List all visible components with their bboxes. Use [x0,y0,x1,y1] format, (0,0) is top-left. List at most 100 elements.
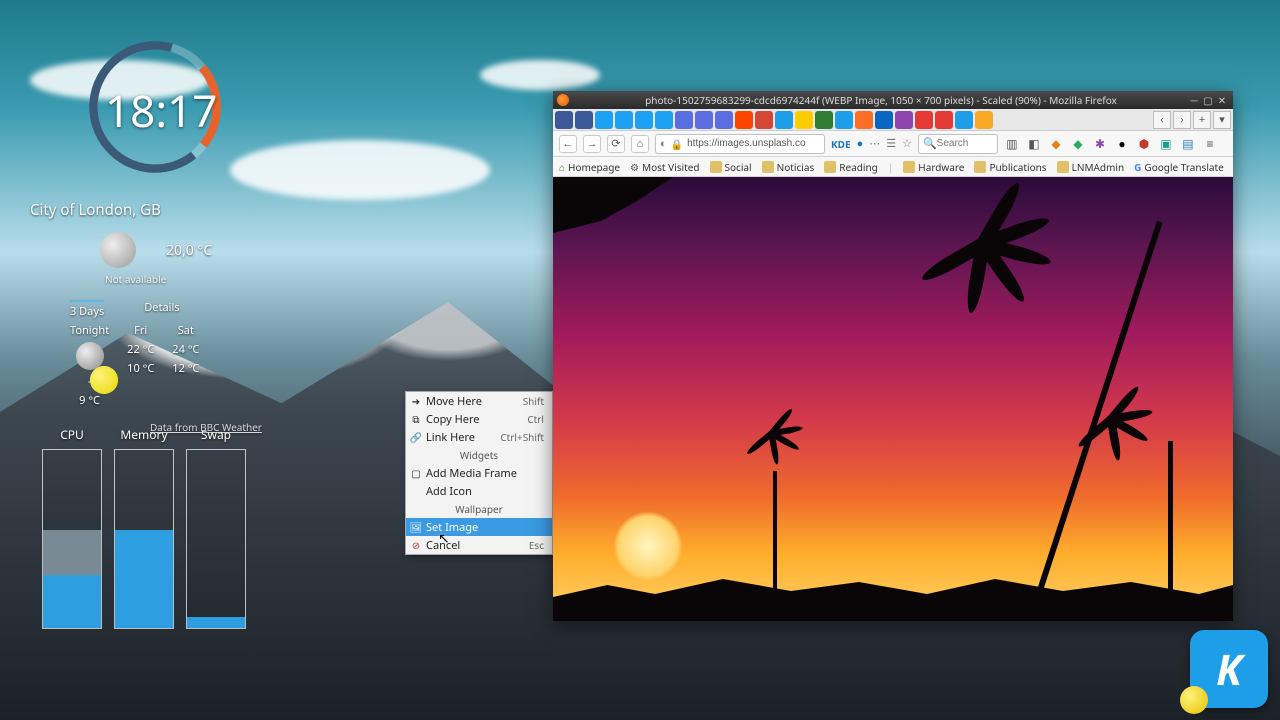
pinned-tab-4[interactable] [635,111,653,129]
bookmark-lnmadmin[interactable]: LNMAdmin [1057,160,1125,174]
pinned-tab-19[interactable] [935,111,953,129]
weather-day-fri: Fri 22 °C 10 °C [127,323,154,408]
pinned-tab-20[interactable] [955,111,973,129]
window-title: photo-1502759683299-cdcd6974244f (WEBP I… [575,93,1187,107]
shield-icon: ◐ [660,136,667,151]
ext-icon-5[interactable]: ⬢ [1136,136,1152,152]
pinned-tab-10[interactable] [755,111,773,129]
sun-icon [90,366,118,394]
pinned-tab-17[interactable] [895,111,913,129]
kde-integration-badge[interactable]: KDE [831,137,851,151]
pinned-tab-0[interactable] [555,111,573,129]
weather-tab-details[interactable]: Details [144,300,179,319]
firefox-icon [557,94,569,106]
link-icon: 🔗 [410,431,422,443]
tab-scroll-left[interactable]: ‹ [1153,111,1171,129]
pinned-tab-2[interactable] [595,111,613,129]
more-actions-icon[interactable]: ⋯ [869,136,880,151]
bookmark-google-translate[interactable]: GGoogle Translate [1134,160,1224,174]
hamburger-menu[interactable]: ≡ [1202,136,1218,152]
folder-icon [710,161,722,173]
window-close[interactable]: ✕ [1215,93,1229,107]
search-input[interactable] [937,138,993,149]
url-input[interactable] [687,138,820,149]
pinned-tab-1[interactable] [575,111,593,129]
window-minimize[interactable]: ─ [1187,93,1201,107]
firefox-window: photo-1502759683299-cdcd6974244f (WEBP I… [553,91,1233,621]
tip-bulb-icon [1180,686,1208,714]
search-bar[interactable]: 🔍 [918,134,998,154]
menu-link-here[interactable]: 🔗Link HereCtrl+Shift [406,428,552,446]
weather-day-sat: Sat 24 °C 12 °C [172,323,199,408]
ext-icon-3[interactable]: ✱ [1092,136,1108,152]
copy-icon: ⧉ [410,413,422,425]
pinned-tab-16[interactable] [875,111,893,129]
menu-set-image[interactable]: 🖼Set Image [406,518,552,536]
bookmark-reading[interactable]: Reading [824,160,878,174]
sysmon-swap: Swap [186,426,246,629]
bookmark-noticias[interactable]: Noticias [762,160,815,174]
window-maximize[interactable]: ▢ [1201,93,1215,107]
pinned-tab-8[interactable] [715,111,733,129]
pinned-tab-14[interactable] [835,111,853,129]
folder-icon [1057,161,1069,173]
pinned-tab-3[interactable] [615,111,633,129]
pinned-tab-11[interactable] [775,111,793,129]
bookmarks-toolbar: ⌂Homepage ⚙Most Visited Social Noticias Read… [553,157,1233,177]
folder-icon [824,161,836,173]
ext-icon-7[interactable]: ▤ [1180,136,1196,152]
reader-icon[interactable]: ☰ [886,136,896,151]
menu-copy-here[interactable]: ⧉Copy HereCtrl [406,410,552,428]
translate-icon: G [1134,160,1141,174]
pinned-tab-6[interactable] [675,111,693,129]
image-icon: 🖼 [410,521,422,533]
folder-icon [903,161,915,173]
ext-icon-4[interactable]: ● [1114,136,1130,152]
pinned-tab-13[interactable] [815,111,833,129]
ext-icon-1[interactable]: ◆ [1048,136,1064,152]
url-bar[interactable]: ◐ 🔒 [655,134,825,154]
arrow-icon: ➔ [410,395,422,407]
ext-icon-6[interactable]: ▣ [1158,136,1174,152]
window-titlebar[interactable]: photo-1502759683299-cdcd6974244f (WEBP I… [553,91,1233,109]
folder-icon [762,161,774,173]
pinned-tab-7[interactable] [695,111,713,129]
tab-strip[interactable]: ‹ › + ▾ [553,109,1233,131]
library-icon[interactable]: ▥ [1004,136,1020,152]
sidebar-icon[interactable]: ◧ [1026,136,1042,152]
pinned-tab-9[interactable] [735,111,753,129]
browser-viewport[interactable] [553,177,1233,621]
pinned-tab-18[interactable] [915,111,933,129]
new-tab-button[interactable]: + [1193,111,1211,129]
home-button[interactable]: ⌂ [631,135,649,153]
back-button[interactable]: ← [559,135,577,153]
nav-toolbar: ← → ⟳ ⌂ ◐ 🔒 KDE ● ⋯ ☰ ☆ 🔍 ▥ ◧ ◆ ◆ ✱ ● ⬢ … [553,131,1233,157]
tab-scroll-right[interactable]: › [1173,111,1191,129]
clock-widget: 18:17 [45,55,205,155]
tab-overflow-button[interactable]: ▾ [1213,111,1231,129]
pinned-tab-15[interactable] [855,111,873,129]
bookmark-star-icon[interactable]: ☆ [902,136,912,151]
lock-icon: 🔒 [671,137,683,151]
pinned-tab-21[interactable] [975,111,993,129]
bookmark-hardware[interactable]: Hardware [903,160,964,174]
weather-now-status: Not available [105,272,280,286]
reload-button[interactable]: ⟳ [607,135,625,153]
pinned-tab-12[interactable] [795,111,813,129]
gear-icon: ⚙ [630,160,639,174]
bookmark-social[interactable]: Social [710,160,752,174]
system-monitor-widget: CPU Memory Swap [42,426,246,629]
bookmark-publications[interactable]: Publications [974,160,1046,174]
menu-move-here[interactable]: ➔Move HereShift [406,392,552,410]
menu-add-icon[interactable]: Add Icon [406,482,552,500]
weather-now-icon [100,232,136,268]
menu-cancel[interactable]: ⊘CancelEsc [406,536,552,554]
pinned-tab-5[interactable] [655,111,673,129]
ext-icon-2[interactable]: ◆ [1070,136,1086,152]
forward-button[interactable]: → [583,135,601,153]
bookmark-homepage[interactable]: ⌂Homepage [559,160,620,174]
clock-time: 18:17 [105,80,217,140]
bookmark-most-visited[interactable]: ⚙Most Visited [630,160,699,174]
menu-add-media-frame[interactable]: ▢Add Media Frame [406,464,552,482]
weather-tab-3days[interactable]: 3 Days [70,300,104,319]
